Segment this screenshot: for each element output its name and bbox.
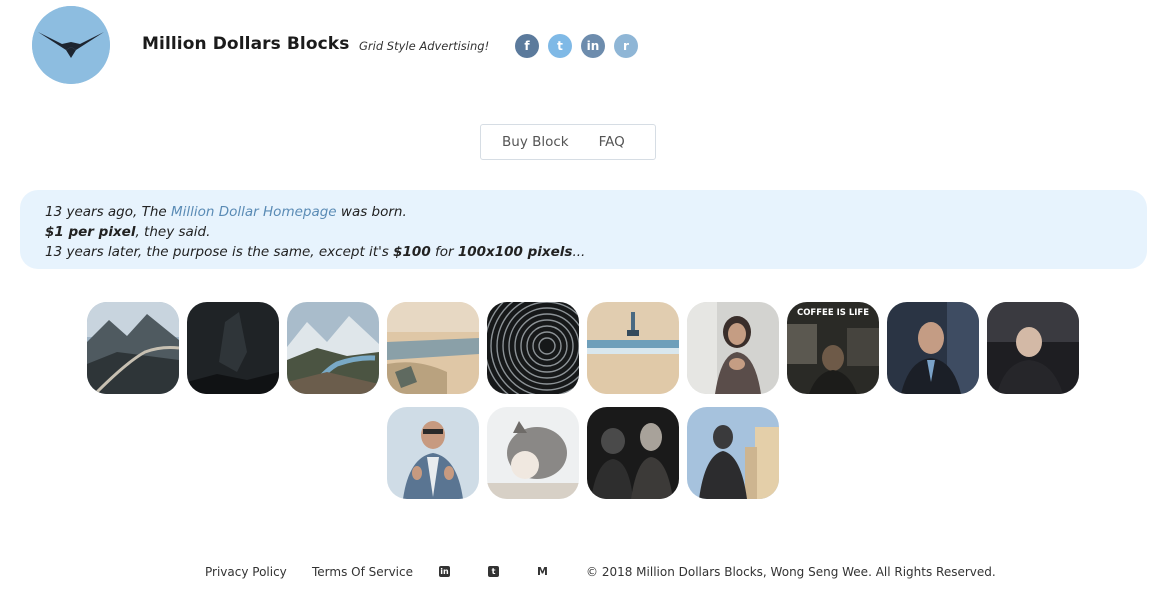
twitter-footer-icon[interactable]: t — [488, 566, 499, 577]
woman-clapping-image — [687, 302, 779, 394]
ad-block-cat[interactable] — [487, 407, 579, 499]
tagline: Grid Style Advertising! — [359, 39, 490, 53]
linkedin-icon[interactable]: in — [581, 34, 605, 58]
banner-line-2: $1 per pixel, they said. — [45, 222, 1147, 242]
ad-block-person-city-street[interactable] — [687, 407, 779, 499]
copyright-text: © 2018 Million Dollars Blocks, Wong Seng… — [586, 565, 996, 579]
two-people-image — [587, 407, 679, 499]
buy-block-link[interactable]: Buy Block — [502, 134, 569, 150]
reddit-icon[interactable]: r — [614, 34, 638, 58]
terms-of-service-link[interactable]: Terms Of Service — [312, 565, 413, 579]
block-size: 100x100 pixels — [457, 244, 573, 260]
banner-text: for — [430, 244, 458, 260]
ad-block-star-trails[interactable] — [487, 302, 579, 394]
mountain-road-image — [87, 302, 179, 394]
banner-text: was born. — [336, 204, 407, 220]
star-trails-image — [487, 302, 579, 394]
coffee-is-life-caption: COFFEE IS LIFE — [797, 308, 869, 318]
ad-block-woman-clapping[interactable] — [687, 302, 779, 394]
faq-link[interactable]: FAQ — [599, 134, 625, 150]
medium-footer-icon[interactable]: M — [537, 565, 548, 578]
banner-line-3: 13 years later, the purpose is the same,… — [45, 242, 1147, 262]
million-dollar-homepage-link[interactable]: Million Dollar Homepage — [171, 204, 337, 220]
site-title[interactable]: Million Dollars Blocks — [142, 34, 349, 54]
man-laughing-image — [987, 302, 1079, 394]
man-thumbs-up-image — [387, 407, 479, 499]
facebook-icon[interactable]: f — [515, 34, 539, 58]
main-nav: Buy Block FAQ — [480, 124, 656, 160]
night-sky-image — [187, 302, 279, 394]
mountain-valley-image — [287, 302, 379, 394]
bird-logo-icon — [32, 6, 110, 84]
intro-banner: 13 years ago, The Million Dollar Homepag… — [20, 190, 1147, 269]
ad-block-man-thumbs-up[interactable] — [387, 407, 479, 499]
ad-block-man-in-suit[interactable] — [887, 302, 979, 394]
site-logo[interactable] — [32, 6, 110, 84]
ad-block-pixel-art-scene[interactable] — [587, 302, 679, 394]
banner-text: 13 years ago, The — [45, 204, 171, 220]
ad-block-coffee-is-life[interactable]: COFFEE IS LIFE — [787, 302, 879, 394]
ad-block-mountain-valley-river[interactable] — [287, 302, 379, 394]
price-per-pixel: $1 per pixel — [45, 224, 136, 240]
twitter-icon[interactable]: t — [548, 34, 572, 58]
person-city-street-image — [687, 407, 779, 499]
beach-image — [387, 302, 479, 394]
social-links: f t in r — [515, 34, 638, 58]
coffee-is-life-image: COFFEE IS LIFE — [787, 302, 879, 394]
cat-image — [487, 407, 579, 499]
ad-block-man-laughing[interactable] — [987, 302, 1079, 394]
block-price: $100 — [393, 244, 431, 260]
ad-block-mountain-road[interactable] — [87, 302, 179, 394]
ad-block-beach-scene[interactable] — [387, 302, 479, 394]
banner-text: ... — [572, 244, 586, 260]
banner-text: 13 years later, the purpose is the same,… — [45, 244, 394, 260]
linkedin-footer-icon[interactable]: in — [439, 566, 450, 577]
pixel-art-image — [587, 302, 679, 394]
ad-block-two-people[interactable] — [587, 407, 679, 499]
banner-line-1: 13 years ago, The Million Dollar Homepag… — [45, 202, 1147, 222]
banner-text: , they said. — [135, 224, 211, 240]
privacy-policy-link[interactable]: Privacy Policy — [205, 565, 287, 579]
man-in-suit-image — [887, 302, 979, 394]
ad-block-night-sky[interactable] — [187, 302, 279, 394]
